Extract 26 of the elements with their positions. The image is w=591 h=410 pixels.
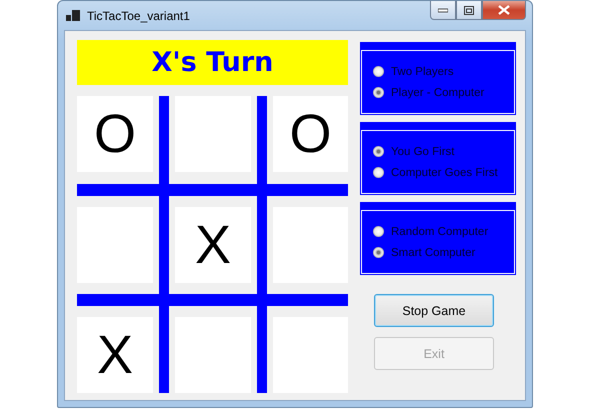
action-button[interactable]: Stop Game: [374, 294, 494, 327]
radio-button[interactable]: [373, 226, 384, 237]
radio-option[interactable]: Computer Goes First: [373, 166, 514, 178]
close-icon: [498, 5, 510, 15]
board-cell[interactable]: X: [77, 317, 153, 393]
minimize-icon: [438, 7, 448, 13]
board-cell[interactable]: X: [175, 207, 251, 283]
radio-button[interactable]: [373, 146, 384, 157]
board-cell[interactable]: O: [273, 96, 348, 172]
close-button[interactable]: [482, 1, 526, 20]
minimize-button[interactable]: [430, 1, 456, 20]
radio-button[interactable]: [373, 247, 384, 258]
board-cell[interactable]: O: [77, 96, 153, 172]
radio-option[interactable]: Random Computer: [373, 226, 514, 238]
radio-option[interactable]: You Go First: [373, 146, 514, 158]
radio-button[interactable]: [373, 167, 384, 178]
window-app-icon: [66, 10, 80, 22]
window-title: TicTacToe_variant1: [87, 8, 190, 22]
radio-option[interactable]: Player - Computer: [373, 86, 514, 98]
radio-button[interactable]: [373, 87, 384, 98]
maximize-button[interactable]: [456, 1, 482, 20]
maximize-icon: [464, 6, 474, 14]
radio-option[interactable]: Smart Computer: [373, 246, 514, 258]
turn-banner: X's Turn: [77, 40, 348, 85]
radio-button[interactable]: [373, 66, 384, 77]
radio-option[interactable]: Two Players: [373, 66, 514, 78]
